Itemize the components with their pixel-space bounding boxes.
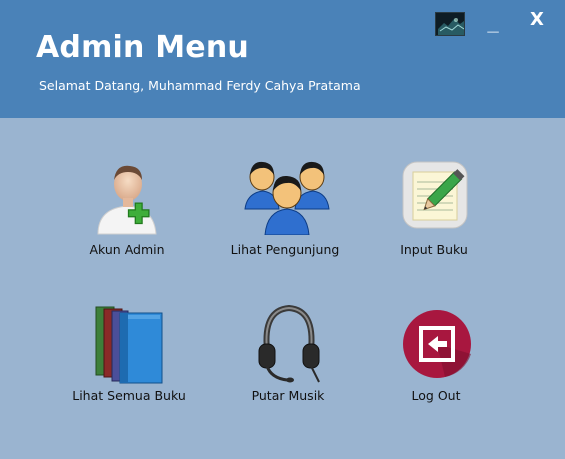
minimize-button[interactable]: _ — [484, 12, 502, 36]
lihat-semua-buku-label: Lihat Semua Buku — [72, 388, 186, 403]
user-add-icon — [97, 165, 157, 235]
books-icon — [95, 306, 163, 384]
close-button[interactable]: X — [526, 8, 548, 32]
title-bar: Admin Menu Selamat Datang, Muhammad Ferd… — [0, 0, 565, 118]
log-out-button[interactable]: Log Out — [366, 304, 506, 424]
putar-musik-label: Putar Musik — [251, 388, 325, 403]
logout-icon — [403, 310, 471, 378]
app-thumbnail-icon — [435, 12, 465, 36]
page-title: Admin Menu — [36, 30, 249, 65]
notepad-pencil-icon — [402, 161, 468, 229]
lihat-pengunjung-button[interactable]: Lihat Pengunjung — [215, 155, 355, 275]
putar-musik-button[interactable]: Putar Musik — [218, 304, 358, 424]
people-group-icon — [244, 161, 330, 235]
input-buku-button[interactable]: Input Buku — [364, 156, 504, 276]
akun-admin-label: Akun Admin — [89, 242, 165, 257]
welcome-text: Selamat Datang, Muhammad Ferdy Cahya Pra… — [39, 78, 361, 93]
lihat-pengunjung-label: Lihat Pengunjung — [230, 242, 340, 257]
log-out-label: Log Out — [411, 388, 461, 403]
headphones-icon — [258, 304, 320, 383]
akun-admin-button[interactable]: Akun Admin — [57, 158, 197, 278]
lihat-semua-buku-button[interactable]: Lihat Semua Buku — [59, 305, 199, 425]
input-buku-label: Input Buku — [400, 242, 468, 257]
